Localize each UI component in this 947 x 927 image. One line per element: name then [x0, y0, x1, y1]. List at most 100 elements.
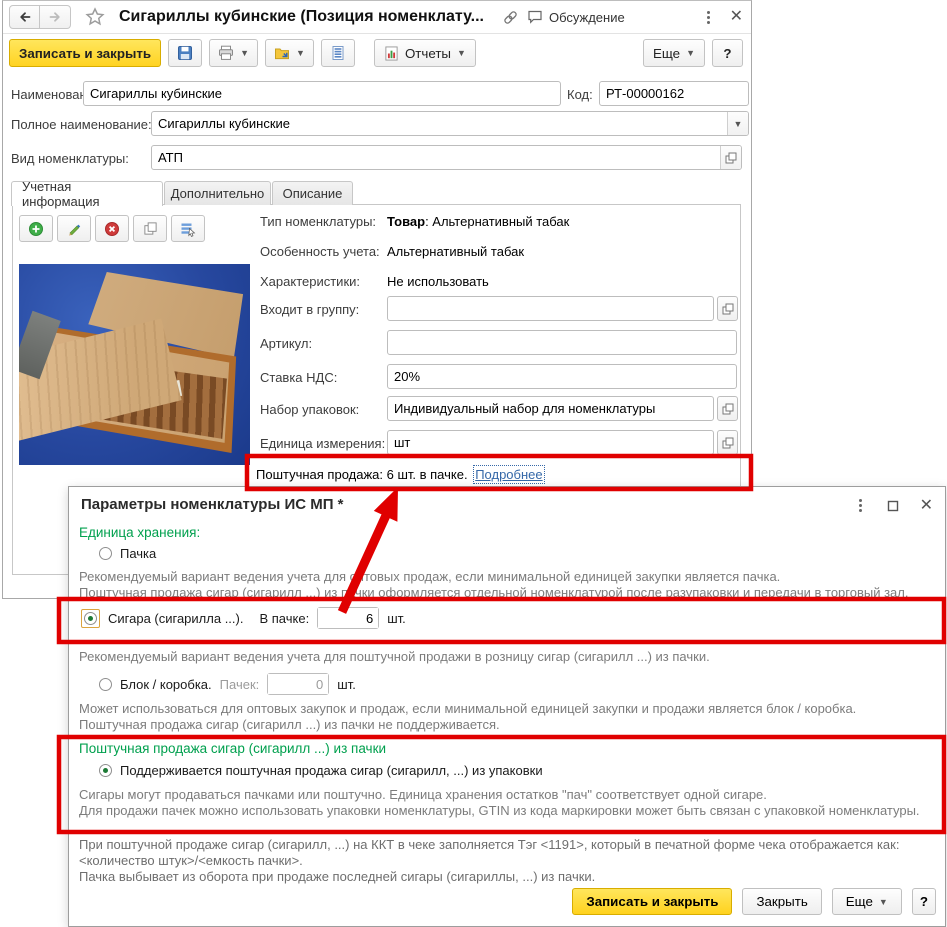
kind-input[interactable]: [152, 146, 720, 169]
package-set-open-button[interactable]: [717, 396, 738, 421]
reports-label: Отчеты: [404, 45, 452, 61]
add-image-button[interactable]: [19, 215, 53, 242]
discussion-button[interactable]: Обсуждение: [527, 9, 625, 25]
cigar-radio[interactable]: [84, 611, 97, 625]
pcs-label: шт.: [387, 610, 406, 626]
chevron-down-icon: ▼: [878, 896, 888, 907]
print-button[interactable]: ▼: [209, 39, 259, 67]
edit-image-button[interactable]: [57, 215, 91, 242]
pack-radio[interactable]: [99, 547, 112, 560]
pack-radio-label: Пачка: [120, 546, 157, 561]
dialog-more-button[interactable]: Еще ▼: [831, 888, 902, 915]
kind-open-button[interactable]: [720, 146, 741, 169]
group-open-button[interactable]: [717, 296, 738, 321]
unit-open-button[interactable]: [717, 430, 738, 455]
list-icon: [332, 46, 344, 60]
vat-input[interactable]: [388, 365, 736, 388]
package-set-input[interactable]: [388, 397, 713, 420]
copy-image-button[interactable]: [133, 215, 167, 242]
vat-label: Ставка НДС:: [260, 370, 338, 385]
package-set-field[interactable]: [387, 396, 714, 421]
close-window-icon[interactable]: ✕: [730, 9, 743, 25]
tab-additional[interactable]: Дополнительно: [164, 181, 271, 205]
maximize-icon[interactable]: [887, 500, 899, 512]
more-button[interactable]: Еще ▼: [642, 39, 705, 67]
dialog-more-label: Еще: [845, 894, 873, 909]
open-icon: [725, 152, 737, 163]
more-dropdown-caret: ▼: [686, 48, 695, 58]
tab-description[interactable]: Описание: [272, 181, 353, 205]
dialog-buttons: Записать и закрыть Закрыть Еще ▼ ?: [572, 888, 936, 915]
vat-field[interactable]: [387, 364, 737, 389]
save-button[interactable]: [168, 39, 203, 67]
unit-field[interactable]: [387, 430, 714, 455]
in-pack-field[interactable]: [317, 607, 380, 629]
name-field[interactable]: [83, 81, 561, 106]
dialog-menu-icon[interactable]: [855, 497, 866, 514]
arrow-right-icon: [49, 12, 60, 22]
pencil-icon: [69, 224, 81, 236]
cigar-option-row: Сигара (сигарилла ...). В пачке: шт.: [81, 607, 406, 629]
block-radio[interactable]: [99, 677, 112, 691]
code-label: Код:: [567, 87, 593, 102]
code-field[interactable]: [599, 81, 749, 106]
tab-accounting-info[interactable]: Учетная информация: [11, 179, 163, 209]
accounting-feature-value: Альтернативный табак: [387, 244, 525, 259]
related-documents-button[interactable]: [320, 39, 355, 67]
in-pack-input[interactable]: [318, 608, 379, 628]
description-line: Пачка выбывает из оборота при продаже по…: [79, 869, 596, 884]
title-bar: Сигариллы кубинские (Позиция номенклату.…: [3, 1, 751, 34]
group-label: Входит в группу:: [260, 302, 360, 317]
dialog-save-close-button[interactable]: Записать и закрыть: [572, 888, 733, 915]
folder-export-icon: [275, 48, 290, 60]
open-icon: [722, 437, 733, 448]
window-menu-icon[interactable]: [703, 9, 714, 26]
window-title: Сигариллы кубинские (Позиция номенклату.…: [119, 8, 484, 25]
article-field[interactable]: [387, 330, 737, 355]
description-line: Рекомендуемый вариант ведения учета для …: [79, 569, 781, 584]
product-photo[interactable]: [19, 264, 250, 465]
favorite-star-icon[interactable]: [85, 7, 105, 27]
dialog-close-icon[interactable]: ✕: [920, 497, 933, 514]
back-button[interactable]: [9, 5, 40, 29]
article-input[interactable]: [388, 331, 736, 354]
help-label: ?: [723, 45, 732, 61]
dialog-close-button[interactable]: Закрыть: [742, 888, 822, 915]
footer-note: При поштучной продаже сигар (сигарилл, .…: [79, 837, 899, 885]
reports-button[interactable]: Отчеты ▼: [373, 39, 476, 67]
group-field[interactable]: [387, 296, 714, 321]
dialog-help-button[interactable]: ?: [911, 888, 936, 915]
delete-image-button[interactable]: [95, 215, 129, 242]
help-button[interactable]: ?: [712, 39, 743, 67]
full-name-field[interactable]: ▼: [151, 111, 749, 136]
toolbar: Записать и закрыть ▼ ▼ Отчеты ▼ Еще ▼ ?: [3, 34, 751, 73]
save-and-close-button[interactable]: Записать и закрыть: [9, 39, 162, 67]
piece-sale-row: Поштучная продажа: 6 шт. в пачке. Подроб…: [256, 465, 545, 484]
unit-input[interactable]: [388, 431, 713, 454]
description-line: Сигары могут продаваться пачками или пош…: [79, 787, 767, 802]
copy-link-icon[interactable]: [502, 9, 519, 26]
piece-sale-details-link[interactable]: Подробнее: [473, 465, 545, 484]
export-button[interactable]: ▼: [265, 39, 314, 67]
full-name-input[interactable]: [152, 112, 727, 135]
piece-sale-radio-label: Поддерживается поштучная продажа сигар (…: [120, 763, 543, 778]
reports-dropdown-caret: ▼: [457, 48, 466, 58]
group-input[interactable]: [388, 297, 713, 320]
piece-sale-radio[interactable]: [99, 764, 112, 777]
open-icon: [722, 403, 733, 414]
arrow-left-icon: [19, 12, 30, 22]
block-description: Может использоваться для оптовых закупок…: [79, 701, 856, 733]
packs-field[interactable]: [267, 673, 330, 695]
description-line: Поштучная продажа сигар (сигарилл ...) и…: [79, 717, 500, 732]
pick-from-list-button[interactable]: [171, 215, 205, 242]
code-input[interactable]: [600, 82, 748, 105]
kind-field[interactable]: [151, 145, 742, 170]
pick-list-icon: [181, 223, 196, 237]
full-name-dropdown-button[interactable]: ▼: [727, 112, 748, 135]
piece-sale-text: Поштучная продажа: 6 шт. в пачке.: [256, 467, 468, 482]
forward-button[interactable]: [40, 5, 71, 29]
description-line: Для продажи пачек можно использовать упа…: [79, 803, 920, 818]
name-input[interactable]: [84, 82, 560, 105]
printer-icon: [219, 45, 234, 60]
packs-input[interactable]: [268, 674, 329, 694]
